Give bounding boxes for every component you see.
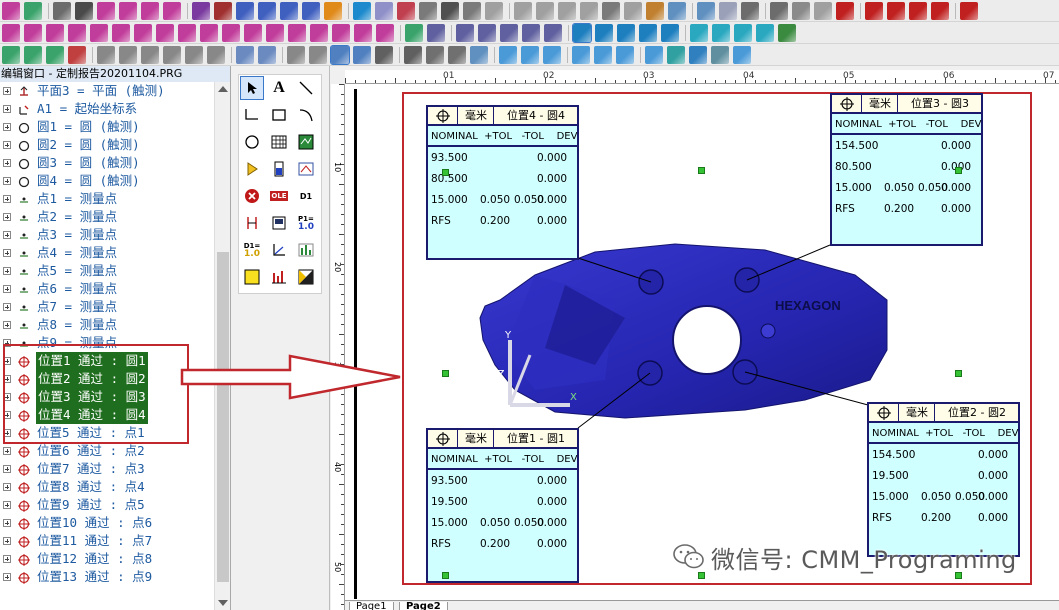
callout-rfs-dev: 0.000 <box>537 215 568 227</box>
callout-rfs-dev: 0.000 <box>537 538 568 550</box>
callout-header: 毫米 位置4 - 圆4 <box>428 107 577 126</box>
callout-rfs-row: RFS 0.200 0.000 <box>832 199 981 220</box>
callout-rfs-label: RFS <box>872 512 892 524</box>
callout-value-nominal: 154.500 <box>872 449 916 461</box>
callout-rfs-dev: 0.000 <box>978 512 1009 524</box>
callout-row: 80.500 0.000 <box>428 169 577 190</box>
callout-position-1[interactable]: 毫米 位置1 - 圆1 NOMINAL +TOL -TOL DEV 93.500 0.0… <box>426 428 579 583</box>
callout-value-nominal: 80.500 <box>835 161 872 173</box>
callout-value-nominal: 15.000 <box>431 517 468 529</box>
callout-row: 154.500 0.000 <box>832 136 981 157</box>
annotation-arrow <box>180 354 401 400</box>
leader-line-3 <box>746 244 831 281</box>
position-symbol-icon <box>428 107 458 124</box>
callout-column-headers: NOMINAL +TOL -TOL DEV <box>428 449 577 470</box>
callout-value-nominal: 15.000 <box>835 182 872 194</box>
callout-value-plus: 0.050 <box>921 491 952 503</box>
callout-header: 毫米 位置1 - 圆1 <box>428 430 577 449</box>
position-symbol-icon <box>832 95 862 112</box>
callout-row: 154.500 0.000 <box>869 445 1018 466</box>
callout-rfs-label: RFS <box>835 203 855 215</box>
annotation-highlight-box <box>3 344 189 444</box>
callout-rfs-row: RFS 0.200 0.000 <box>428 534 577 555</box>
callout-rfs-tol: 0.200 <box>480 215 511 227</box>
callout-feature-name: 位置1 - 圆1 <box>507 432 565 445</box>
selection-handle[interactable] <box>698 167 705 174</box>
selection-handle[interactable] <box>955 167 962 174</box>
callout-header: 毫米 位置2 - 圆2 <box>869 404 1018 423</box>
callout-feature-name: 位置4 - 圆4 <box>507 109 565 122</box>
selection-handle[interactable] <box>442 572 449 579</box>
callout-rfs-row: RFS 0.200 0.000 <box>869 508 1018 529</box>
report-editor-window: 编辑窗口 - 定制报告20201104.PRG 平面3 = 平面 (触测) A1 … <box>0 0 1059 610</box>
callout-column-headers: NOMINAL +TOL -TOL DEV <box>869 423 1018 444</box>
callout-value-dev: 0.000 <box>537 475 568 487</box>
callout-rfs-dev: 0.000 <box>941 203 972 215</box>
selection-handle[interactable] <box>442 169 449 176</box>
leader-line-2 <box>744 371 869 406</box>
callout-position-4[interactable]: 毫米 位置4 - 圆4 NOMINAL +TOL -TOL DEV 93.500 0.0… <box>426 105 579 260</box>
callout-value-nominal: 93.500 <box>431 152 468 164</box>
callout-column-headers: NOMINAL +TOL -TOL DEV <box>428 126 577 147</box>
callout-column-headers: NOMINAL +TOL -TOL DEV <box>832 114 981 135</box>
callout-value-nominal: 80.500 <box>431 173 468 185</box>
callout-rfs-label: RFS <box>431 538 451 550</box>
callout-rfs-label: RFS <box>431 215 451 227</box>
callout-unit: 毫米 <box>900 404 935 421</box>
callout-value-nominal: 93.500 <box>431 475 468 487</box>
page-tab-strip: Page1 Page2 <box>345 600 1059 610</box>
watermark-text: 微信号: CMM_Programing <box>711 545 1017 574</box>
callout-rfs-row: RFS 0.200 0.000 <box>428 211 577 232</box>
callout-feature-name: 位置2 - 圆2 <box>948 406 1006 419</box>
callout-value-dev: 0.000 <box>537 517 568 529</box>
wechat-watermark: 微信号: CMM_Programing <box>673 540 1017 574</box>
callout-row: 19.500 0.000 <box>428 492 577 513</box>
selection-handle[interactable] <box>442 370 449 377</box>
callout-value-dev: 0.000 <box>537 152 568 164</box>
callout-row: 93.500 0.000 <box>428 148 577 169</box>
callout-row: 93.500 0.000 <box>428 471 577 492</box>
callout-unit: 毫米 <box>459 430 494 447</box>
position-symbol-icon <box>869 404 899 421</box>
tab-page1[interactable]: Page1 <box>349 602 394 610</box>
callout-value-dev: 0.000 <box>978 449 1009 461</box>
tab-page2[interactable]: Page2 <box>399 602 448 610</box>
leader-line-1 <box>577 372 651 429</box>
callout-value-plus: 0.050 <box>480 194 511 206</box>
callout-value-nominal: 154.500 <box>835 140 879 152</box>
callout-value-dev: 0.000 <box>941 182 972 194</box>
callout-value-nominal: 19.500 <box>431 496 468 508</box>
position-symbol-icon <box>428 430 458 447</box>
callout-value-dev: 0.000 <box>978 491 1009 503</box>
leader-line-4 <box>577 257 652 283</box>
callout-row: 15.000 0.050 0.050 0.000 <box>428 513 577 534</box>
callout-rfs-tol: 0.200 <box>921 512 952 524</box>
callout-rfs-tol: 0.200 <box>480 538 511 550</box>
callout-header: 毫米 位置3 - 圆3 <box>832 95 981 114</box>
callout-unit: 毫米 <box>459 107 494 124</box>
callout-row: 19.500 0.000 <box>869 466 1018 487</box>
callout-value-nominal: 15.000 <box>872 491 909 503</box>
callout-value-nominal: 19.500 <box>872 470 909 482</box>
wechat-logo-icon <box>673 544 704 569</box>
callout-value-nominal: 15.000 <box>431 194 468 206</box>
callout-row: 15.000 0.050 0.050 0.000 <box>869 487 1018 508</box>
callout-unit: 毫米 <box>863 95 898 112</box>
callout-value-dev: 0.000 <box>941 140 972 152</box>
callout-row: 15.000 0.050 0.050 0.000 <box>832 178 981 199</box>
callout-position-2[interactable]: 毫米 位置2 - 圆2 NOMINAL +TOL -TOL DEV 154.500 0.… <box>867 402 1020 557</box>
selection-handle[interactable] <box>955 370 962 377</box>
callout-row: 15.000 0.050 0.050 0.000 <box>428 190 577 211</box>
callout-value-dev: 0.000 <box>537 496 568 508</box>
callout-value-dev: 0.000 <box>537 173 568 185</box>
callout-value-plus: 0.050 <box>480 517 511 529</box>
callout-value-dev: 0.000 <box>537 194 568 206</box>
callout-feature-name: 位置3 - 圆3 <box>911 97 969 110</box>
callout-value-dev: 0.000 <box>978 470 1009 482</box>
callout-value-plus: 0.050 <box>884 182 915 194</box>
callout-rfs-tol: 0.200 <box>884 203 915 215</box>
